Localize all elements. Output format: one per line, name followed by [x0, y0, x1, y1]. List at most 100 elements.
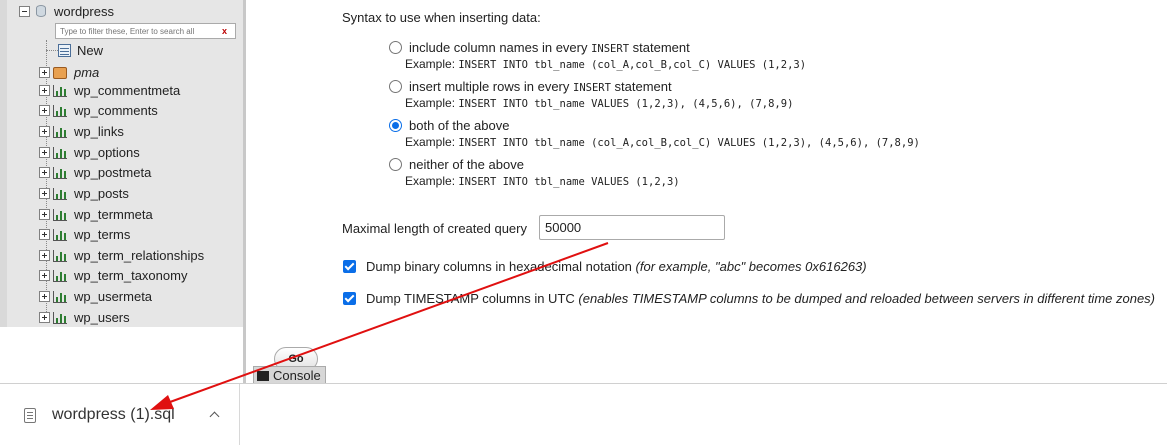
console-toggle[interactable]: Console [253, 366, 326, 384]
syntax-option-label[interactable]: insert multiple rows in every INSERT sta… [409, 79, 672, 94]
sidebar-item-wp_users[interactable]: wp_users [39, 309, 130, 326]
expand-icon[interactable] [39, 147, 50, 158]
example-code: INSERT INTO tbl_name (col_A,col_B,col_C)… [458, 59, 807, 71]
syntax-example: Example: INSERT INTO tbl_name (col_A,col… [405, 135, 920, 149]
expand-icon[interactable] [39, 188, 50, 199]
sidebar-item-label[interactable]: wp_postmeta [74, 165, 151, 180]
sidebar-item-label[interactable]: wp_users [74, 310, 130, 325]
table-icon [53, 249, 67, 262]
example-code: INSERT INTO tbl_name VALUES (1,2,3) [458, 176, 680, 188]
expand-icon[interactable] [39, 250, 50, 261]
option-text: insert multiple rows in every [409, 79, 573, 94]
sidebar-item-label[interactable]: wp_comments [74, 103, 158, 118]
expand-icon[interactable] [39, 209, 50, 220]
table-icon [53, 166, 67, 179]
navigation-sidebar: wordpress x New pma wp_commentmeta wp_comm… [7, 0, 243, 327]
sidebar-item-pma[interactable]: pma [39, 64, 99, 81]
example-label: Example: [405, 135, 459, 149]
sidebar-item-label[interactable]: wp_commentmeta [74, 83, 180, 98]
download-item[interactable]: wordpress (1).sql [0, 384, 240, 445]
expand-icon[interactable] [39, 85, 50, 96]
table-icon [53, 311, 67, 324]
table-icon [53, 84, 67, 97]
dump-timestamp-text: Dump TIMESTAMP columns in UTC [366, 291, 579, 306]
expand-icon[interactable] [39, 291, 50, 302]
sidebar-item-label[interactable]: wp_terms [74, 227, 130, 242]
table-icon [53, 104, 67, 117]
sidebar-item-wp_term_relationships[interactable]: wp_term_relationships [39, 247, 204, 264]
expand-icon[interactable] [39, 167, 50, 178]
sidebar-item-wp_usermeta[interactable]: wp_usermeta [39, 288, 152, 305]
new-table-label[interactable]: New [77, 43, 103, 58]
sidebar-item-label[interactable]: wp_term_relationships [74, 248, 204, 263]
syntax-radio[interactable] [389, 80, 402, 93]
syntax-option-label[interactable]: both of the above [409, 118, 509, 133]
sidebar-item-wp_links[interactable]: wp_links [39, 123, 124, 140]
database-name[interactable]: wordpress [54, 4, 114, 19]
example-label: Example: [405, 57, 459, 71]
sidebar-item-label[interactable]: wp_posts [74, 186, 129, 201]
chevron-up-icon[interactable] [208, 408, 222, 422]
database-icon [36, 5, 46, 17]
syntax-radio[interactable] [389, 119, 402, 132]
pma-database-icon [53, 66, 67, 79]
sidebar-item-wp_comments[interactable]: wp_comments [39, 102, 158, 119]
max-query-length-input[interactable] [539, 215, 725, 240]
dump-binary-label: Dump binary columns in hexadecimal notat… [366, 259, 867, 274]
syntax-radio[interactable] [389, 41, 402, 54]
database-node[interactable]: wordpress [19, 3, 114, 19]
file-icon [24, 408, 36, 423]
syntax-option-label[interactable]: include column names in every INSERT sta… [409, 40, 690, 55]
sidebar-item-wp_terms[interactable]: wp_terms [39, 226, 130, 243]
example-code: INSERT INTO tbl_name (col_A,col_B,col_C)… [458, 137, 920, 149]
sidebar-item-wp_options[interactable]: wp_options [39, 144, 140, 161]
sidebar-footer [0, 327, 243, 383]
collapse-icon[interactable] [19, 5, 30, 17]
syntax-option-label[interactable]: neither of the above [409, 157, 524, 172]
table-icon [53, 146, 67, 159]
expand-icon[interactable] [39, 126, 50, 137]
dump-binary-checkbox[interactable] [343, 260, 356, 273]
option-keyword: INSERT [573, 82, 611, 94]
sidebar-item-label[interactable]: wp_options [74, 145, 140, 160]
clear-filter-button[interactable]: x [222, 26, 227, 36]
console-icon [257, 370, 269, 381]
table-icon [53, 269, 67, 282]
syntax-example: Example: INSERT INTO tbl_name VALUES (1,… [405, 174, 680, 188]
sidebar-item-wp_postmeta[interactable]: wp_postmeta [39, 164, 151, 181]
sidebar-item-wp_term_taxonomy[interactable]: wp_term_taxonomy [39, 267, 187, 284]
table-filter: x [55, 23, 236, 39]
option-keyword: INSERT [591, 43, 630, 55]
filter-input[interactable] [56, 26, 216, 36]
syntax-radio[interactable] [389, 158, 402, 171]
sidebar-item-label[interactable]: wp_links [74, 124, 124, 139]
new-table-icon [58, 43, 71, 57]
sidebar-item-label[interactable]: wp_term_taxonomy [74, 268, 187, 283]
option-text: neither of the above [409, 157, 524, 172]
max-query-length-label: Maximal length of created query [342, 221, 527, 236]
syntax-example: Example: INSERT INTO tbl_name VALUES (1,… [405, 96, 793, 110]
table-icon [53, 125, 67, 138]
sidebar-item-label[interactable]: wp_termmeta [74, 207, 153, 222]
new-table-item[interactable]: New [46, 42, 103, 58]
expand-icon[interactable] [39, 67, 50, 78]
sidebar-item-wp_commentmeta[interactable]: wp_commentmeta [39, 82, 180, 99]
table-icon [53, 208, 67, 221]
option-text-suffix: statement [629, 40, 690, 55]
dump-timestamp-label: Dump TIMESTAMP columns in UTC (enables T… [366, 291, 1155, 306]
table-icon [53, 187, 67, 200]
sidebar-item-label[interactable]: wp_usermeta [74, 289, 152, 304]
sidebar-item-label[interactable]: pma [74, 65, 99, 80]
syntax-heading: Syntax to use when inserting data: [342, 10, 541, 25]
download-filename[interactable]: wordpress (1).sql [52, 406, 175, 424]
sidebar-item-wp_posts[interactable]: wp_posts [39, 185, 129, 202]
dump-binary-text: Dump binary columns in hexadecimal notat… [366, 259, 636, 274]
dump-timestamp-checkbox[interactable] [343, 292, 356, 305]
expand-icon[interactable] [39, 105, 50, 116]
sidebar-item-wp_termmeta[interactable]: wp_termmeta [39, 206, 153, 223]
option-text-suffix: statement [610, 79, 672, 94]
expand-icon[interactable] [39, 270, 50, 281]
export-options-panel: Syntax to use when inserting data: inclu… [246, 0, 1167, 383]
expand-icon[interactable] [39, 312, 50, 323]
expand-icon[interactable] [39, 229, 50, 240]
